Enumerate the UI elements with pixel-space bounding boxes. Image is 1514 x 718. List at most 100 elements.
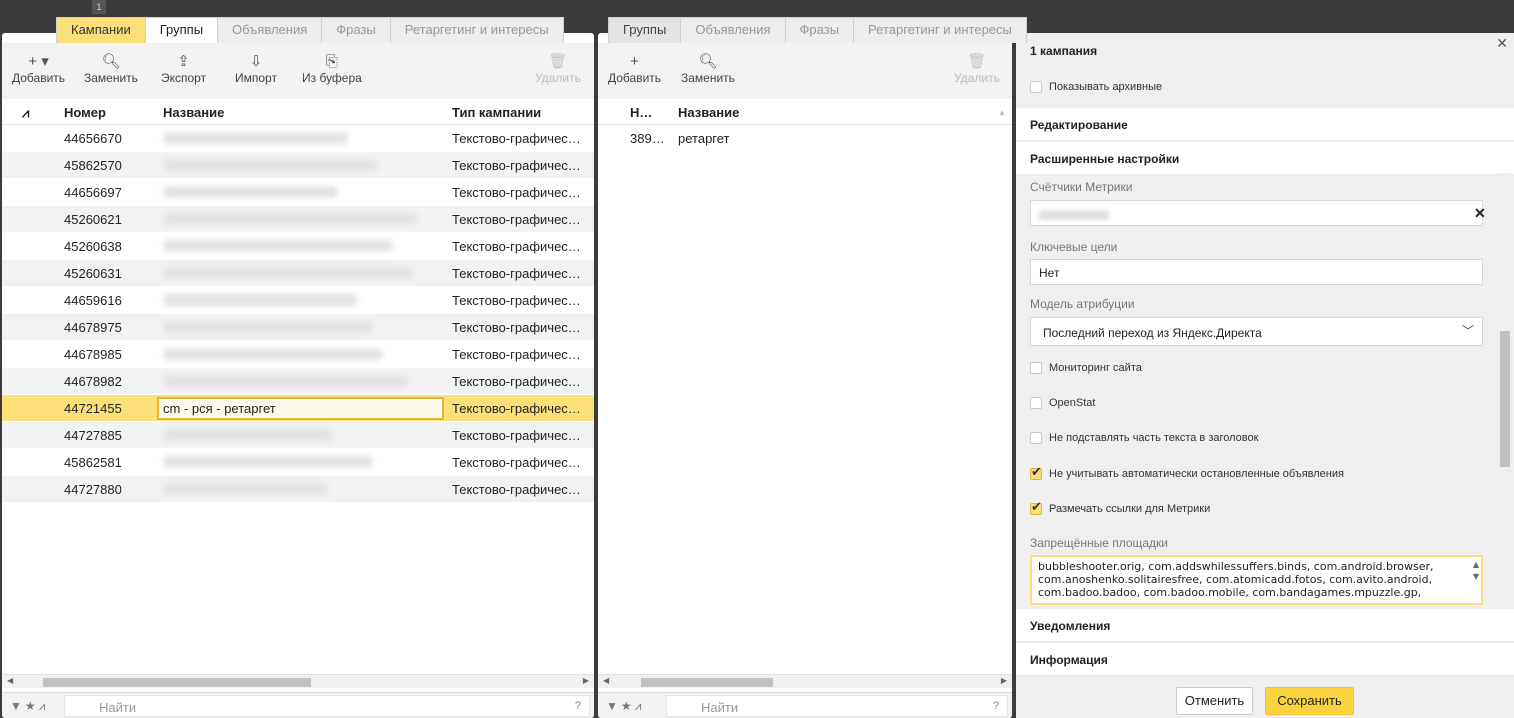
tab-retargeting-mid[interactable]: Ретаргетинг и интересы bbox=[853, 17, 1027, 43]
search-field[interactable]: Найти ? bbox=[666, 695, 1008, 717]
campaign-name-editor[interactable]: cm - рся - ретаргет bbox=[157, 397, 444, 420]
redacted-value bbox=[1039, 209, 1109, 220]
scroll-left-icon[interactable]: ◀ bbox=[7, 676, 13, 685]
metrika-input[interactable] bbox=[1030, 200, 1483, 226]
campaigns-grid-header: ⩘ Номер Название Тип кампании bbox=[2, 99, 594, 125]
scrollbar-thumb[interactable] bbox=[1500, 331, 1510, 467]
campaign-type: Текстово-графичес… bbox=[452, 482, 581, 497]
table-row[interactable]: 44727885 Текстово-графичес… bbox=[2, 422, 594, 449]
show-archived-label: Показывать архивные bbox=[1049, 81, 1163, 93]
redacted-campaign-name bbox=[163, 132, 348, 144]
ignore-stopped-ads-checkbox[interactable]: Не учитывать автоматически остановленные… bbox=[1030, 464, 1344, 480]
column-number[interactable]: Номер bbox=[64, 105, 106, 120]
scrollbar-thumb[interactable] bbox=[641, 678, 773, 687]
no-title-substitution-checkbox[interactable]: Не подставлять часть текста в заголовок bbox=[1030, 432, 1258, 444]
column-name[interactable]: Название bbox=[163, 105, 224, 120]
groups-toolbar: + Добавить 🔍︎ Заменить 🗑︎ Удалить bbox=[598, 43, 1012, 99]
table-row[interactable]: 45260638 Текстово-графичес… bbox=[2, 233, 594, 260]
clear-metrika-icon[interactable]: ✕ bbox=[1474, 205, 1486, 222]
table-row[interactable]: 44727880 Текстово-графичес… bbox=[2, 476, 594, 503]
tab-campaigns[interactable]: Кампании bbox=[56, 17, 146, 43]
section-notifications[interactable]: Уведомления bbox=[1016, 609, 1514, 642]
forbidden-sites-textarea[interactable]: bubbleshooter.orig, com.addswhilessuffer… bbox=[1030, 555, 1483, 605]
delete-button[interactable]: 🗑︎ Удалить bbox=[535, 53, 581, 85]
panel-title: 1 кампания bbox=[1030, 44, 1098, 58]
redacted-campaign-name bbox=[163, 240, 393, 252]
forbidden-label: Запрещённые площадки bbox=[1030, 536, 1169, 550]
search-field[interactable]: Найти ? bbox=[64, 695, 590, 717]
campaign-number: 44727880 bbox=[64, 482, 122, 497]
save-button[interactable]: Сохранить bbox=[1265, 687, 1354, 715]
table-row[interactable]: 44656697 Текстово-графичес… bbox=[2, 179, 594, 206]
delete-group-button[interactable]: 🗑︎ Удалить bbox=[954, 53, 1000, 85]
table-row[interactable]: 44678975 Текстово-графичес… bbox=[2, 314, 594, 341]
table-row[interactable]: 44678982 Текстово-графичес… bbox=[2, 368, 594, 395]
column-type[interactable]: Тип кампании bbox=[452, 105, 541, 120]
scrollbar-thumb[interactable] bbox=[43, 678, 311, 687]
key-goals-input[interactable]: Нет bbox=[1030, 259, 1483, 285]
vertical-scrollbar[interactable] bbox=[1498, 173, 1512, 675]
table-row[interactable]: 44721455 cm - рся - ретаргет Текстово-граф… bbox=[2, 395, 594, 422]
horizontal-scrollbar[interactable]: ◀ ▶ bbox=[2, 674, 594, 688]
section-advanced[interactable]: Расширенные настройки bbox=[1016, 142, 1514, 175]
close-icon[interactable]: ✕ bbox=[1496, 35, 1508, 52]
import-button[interactable]: ⇩ Импорт bbox=[235, 53, 277, 85]
table-row[interactable]: 45260631 Текстово-графичес… bbox=[2, 260, 594, 287]
checkbox-label: Не учитывать автоматически остановленные… bbox=[1049, 468, 1344, 480]
replace-group-button[interactable]: 🔍︎ Заменить bbox=[681, 53, 735, 85]
sort-icon[interactable]: ⩘ bbox=[22, 105, 29, 121]
campaign-number: 44678982 bbox=[64, 374, 122, 389]
scroll-left-icon[interactable]: ◀ bbox=[603, 676, 609, 685]
checkbox-checked-icon bbox=[1030, 499, 1042, 515]
textarea-scroll-icons[interactable]: ▲ ▼ bbox=[1473, 559, 1479, 583]
tab-ads-mid[interactable]: Объявления bbox=[680, 17, 786, 43]
tab-phrases[interactable]: Фразы bbox=[321, 17, 391, 43]
chevron-down-icon: ﹀ bbox=[1461, 324, 1474, 338]
left-tabs: Кампании Группы Объявления Фразы Ретарге… bbox=[56, 17, 564, 43]
scroll-right-icon[interactable]: ▶ bbox=[583, 676, 589, 685]
tab-ads[interactable]: Объявления bbox=[217, 17, 323, 43]
site-monitoring-checkbox[interactable]: Мониторинг сайта bbox=[1030, 362, 1142, 374]
scroll-right-icon[interactable]: ▶ bbox=[1001, 676, 1007, 685]
tag-metrika-links-checkbox[interactable]: Размечать ссылки для Метрики bbox=[1030, 499, 1210, 515]
help-icon[interactable]: ? bbox=[575, 700, 581, 712]
export-button[interactable]: ⇪ Экспорт bbox=[161, 53, 206, 85]
checkbox-checked-icon bbox=[1030, 464, 1042, 480]
column-name[interactable]: Название bbox=[678, 105, 739, 120]
tab-retargeting[interactable]: Ретаргетинг и интересы bbox=[389, 17, 564, 43]
tab-groups-mid[interactable]: Группы bbox=[608, 17, 682, 43]
replace-button[interactable]: 🔍︎ Заменить bbox=[84, 53, 138, 85]
show-archived-checkbox[interactable]: Показывать архивные bbox=[1030, 81, 1162, 93]
filter-icons[interactable]: ▼★⩘ bbox=[606, 699, 644, 714]
table-row[interactable]: 389… ретаргет bbox=[598, 125, 1012, 152]
import-icon: ⇩ bbox=[249, 53, 263, 70]
campaign-type: Текстово-графичес… bbox=[452, 428, 581, 443]
filter-icons[interactable]: ▼★⩘ bbox=[10, 699, 48, 714]
table-row[interactable]: 45260621 Текстово-графичес… bbox=[2, 206, 594, 233]
cancel-button[interactable]: Отменить bbox=[1176, 687, 1253, 715]
section-info[interactable]: Информация bbox=[1016, 643, 1514, 676]
table-row[interactable]: 44659616 Текстово-графичес… bbox=[2, 287, 594, 314]
table-row[interactable]: 44678985 Текстово-графичес… bbox=[2, 341, 594, 368]
attribution-select[interactable]: Последний переход из Яндекс.Директа ﹀ bbox=[1030, 317, 1483, 346]
section-edit[interactable]: Редактирование bbox=[1016, 108, 1514, 141]
horizontal-scrollbar[interactable]: ◀ ▶ bbox=[598, 674, 1012, 688]
sort-up-icon[interactable]: ▲ bbox=[998, 108, 1006, 117]
openstat-checkbox[interactable]: OpenStat bbox=[1030, 397, 1095, 409]
column-number[interactable]: Н… bbox=[630, 105, 652, 120]
table-row[interactable]: 44656670 Текстово-графичес… bbox=[2, 125, 594, 152]
campaigns-grid-body: 44656670 Текстово-графичес… 45862570 Тексто… bbox=[2, 125, 594, 503]
campaign-type: Текстово-графичес… bbox=[452, 347, 581, 362]
redacted-campaign-name bbox=[163, 213, 418, 225]
redacted-campaign-name bbox=[163, 456, 373, 468]
tab-groups[interactable]: Группы bbox=[144, 17, 219, 43]
help-icon[interactable]: ? bbox=[993, 700, 999, 712]
from-buffer-button[interactable]: ⎘ Из буфера bbox=[302, 53, 362, 85]
export-icon: ⇪ bbox=[177, 53, 190, 70]
table-row[interactable]: 45862570 Текстово-графичес… bbox=[2, 152, 594, 179]
tab-phrases-mid[interactable]: Фразы bbox=[784, 17, 855, 43]
table-row[interactable]: 45862581 Текстово-графичес… bbox=[2, 449, 594, 476]
campaign-type: Текстово-графичес… bbox=[452, 455, 581, 470]
add-button[interactable]: + ▾ Добавить bbox=[12, 53, 65, 85]
add-group-button[interactable]: + Добавить bbox=[608, 53, 661, 85]
